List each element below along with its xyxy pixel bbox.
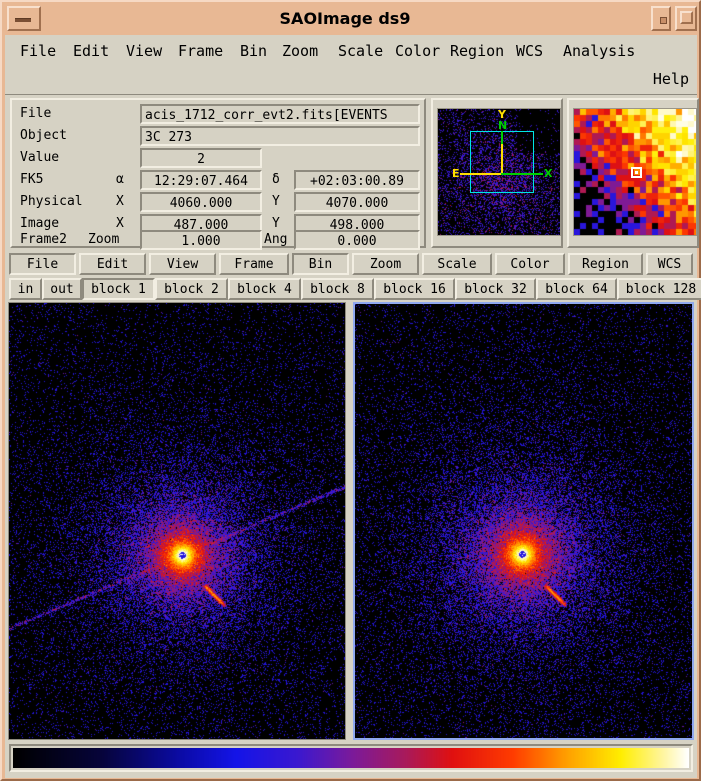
info-value-physical-x[interactable]: 4060.000 — [140, 192, 262, 212]
menu-zoom[interactable]: Zoom — [277, 39, 323, 63]
menu-bin[interactable]: Bin — [235, 39, 272, 63]
menu-frame[interactable]: Frame — [173, 39, 228, 63]
magnifier-cursor-box — [631, 167, 642, 178]
btn-file[interactable]: File — [9, 253, 76, 275]
small-square-icon — [660, 17, 667, 24]
btn-block-128[interactable]: block 128 — [617, 278, 701, 300]
menu-help[interactable]: Help — [653, 67, 689, 91]
menu-region[interactable]: Region — [445, 39, 509, 63]
colorbar[interactable] — [13, 748, 689, 768]
compass-east-label: E — [452, 167, 460, 180]
info-value-file[interactable]: acis_1712_corr_evt2.fits[EVENTS — [140, 104, 420, 124]
frame-container — [8, 302, 694, 740]
btn-block-16[interactable]: block 16 — [374, 278, 455, 300]
menu-file[interactable]: File — [15, 39, 61, 63]
info-label-file: File — [20, 106, 52, 121]
btn-block-1[interactable]: block 1 — [82, 278, 155, 300]
compass-y-label: Y — [498, 108, 506, 121]
info-label-object: Object — [20, 128, 67, 143]
image-frame-1[interactable] — [8, 302, 346, 740]
btn-bin-out[interactable]: out — [42, 278, 82, 300]
info-value-zoom[interactable]: 1.000 — [140, 230, 262, 250]
info-label-wcs-system: FK5 — [20, 172, 44, 187]
btn-block-4[interactable]: block 4 — [228, 278, 301, 300]
panner[interactable]: N E X Y — [431, 98, 563, 248]
info-value-dec[interactable]: +02:03:00.89 — [294, 170, 420, 190]
maximize-icon — [680, 11, 693, 24]
menu-wcs[interactable]: WCS — [511, 39, 548, 63]
btn-block-32[interactable]: block 32 — [455, 278, 536, 300]
info-label-zoom: Zoom — [88, 232, 120, 247]
delta-symbol: δ — [272, 172, 280, 187]
minimize-button[interactable] — [7, 6, 41, 31]
sky-image-1[interactable] — [9, 303, 345, 739]
btn-block-2[interactable]: block 2 — [155, 278, 228, 300]
compass-x-line — [501, 173, 543, 175]
menu-bar: File Edit View Frame Bin Zoom Scale Colo… — [5, 35, 697, 95]
btn-block-8[interactable]: block 8 — [301, 278, 374, 300]
sky-image-2[interactable] — [355, 304, 692, 738]
btn-view[interactable]: View — [149, 253, 216, 275]
colorbar-container[interactable] — [9, 744, 693, 772]
window-title: SAOImage ds9 — [279, 9, 411, 28]
image-frame-2[interactable] — [353, 302, 694, 740]
menu-view[interactable]: View — [121, 39, 167, 63]
magnifier-view — [573, 108, 697, 236]
client-area: File Edit View Frame Bin Zoom Scale Colo… — [5, 35, 701, 778]
btn-bin-in[interactable]: in — [9, 278, 42, 300]
info-label-angle: Ang — [264, 232, 288, 247]
compass-x-label: X — [544, 167, 553, 180]
physical-x-symbol: X — [116, 194, 124, 209]
minimize-icon — [15, 18, 31, 22]
btn-zoom[interactable]: Zoom — [352, 253, 419, 275]
button-bar: File Edit View Frame Bin Zoom Scale Colo… — [9, 253, 701, 301]
info-panel: File acis_1712_corr_evt2.fits[EVENTS Obj… — [10, 98, 426, 250]
menu-analysis[interactable]: Analysis — [558, 39, 640, 63]
info-value-object[interactable]: 3C 273 — [140, 126, 420, 146]
info-label-frame: Frame2 — [20, 232, 67, 247]
alpha-symbol: α — [116, 172, 124, 187]
compass-east-line — [460, 173, 502, 175]
magnifier — [567, 98, 699, 248]
restore-button[interactable] — [651, 6, 671, 31]
physical-y-symbol: Y — [272, 194, 280, 209]
menu-scale[interactable]: Scale — [333, 39, 388, 63]
btn-region[interactable]: Region — [568, 253, 643, 275]
info-value-ra[interactable]: 12:29:07.464 — [140, 170, 262, 190]
ds9-window: SAOImage ds9 File Edit View Frame Bin Zo… — [0, 0, 701, 781]
info-value-pixel[interactable]: 2 — [140, 148, 262, 168]
btn-block-64[interactable]: block 64 — [536, 278, 617, 300]
compass-y-line — [501, 144, 503, 174]
btn-scale[interactable]: Scale — [422, 253, 492, 275]
btn-bin[interactable]: Bin — [292, 253, 349, 275]
btn-color[interactable]: Color — [495, 253, 565, 275]
menu-edit[interactable]: Edit — [68, 39, 114, 63]
maximize-button[interactable] — [675, 6, 697, 31]
title-bar: SAOImage ds9 — [5, 5, 697, 33]
btn-wcs[interactable]: WCS — [646, 253, 693, 275]
panner-view[interactable]: N E X Y — [437, 108, 561, 236]
info-value-angle[interactable]: 0.000 — [294, 230, 420, 250]
btn-edit[interactable]: Edit — [79, 253, 146, 275]
info-label-value: Value — [20, 150, 60, 165]
info-label-physical: Physical — [20, 194, 83, 209]
btn-frame[interactable]: Frame — [219, 253, 289, 275]
menu-color[interactable]: Color — [390, 39, 445, 63]
info-value-physical-y[interactable]: 4070.000 — [294, 192, 420, 212]
